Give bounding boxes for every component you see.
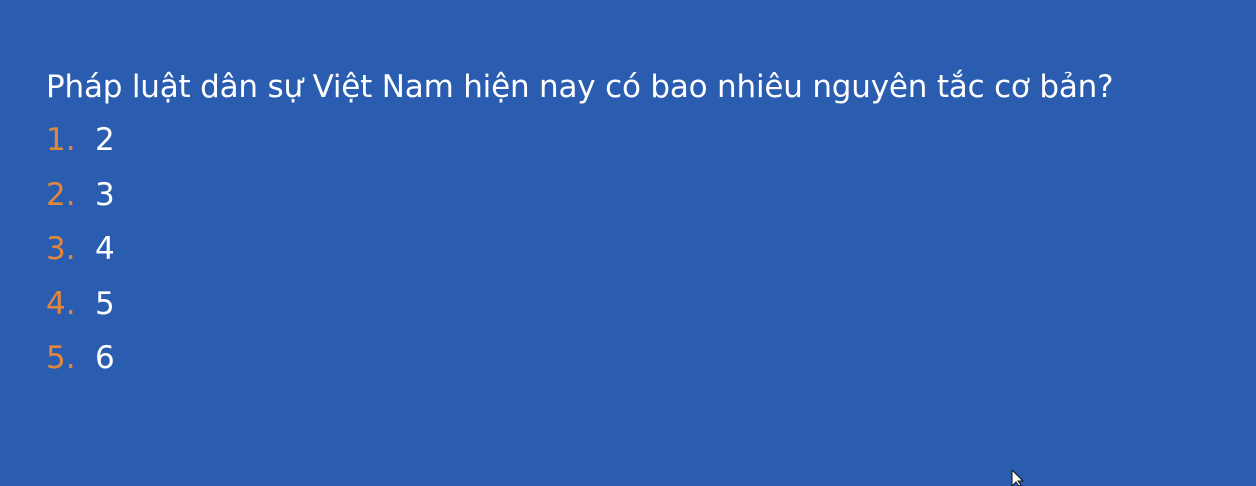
answer-option: 1. 2 [46,117,115,172]
answer-option: 5. 6 [46,335,115,390]
answer-option: 4. 5 [46,281,115,336]
option-number: 3. [46,231,76,267]
option-value: 2 [95,122,115,158]
mouse-pointer-icon [1011,470,1025,486]
answer-option: 2. 3 [46,172,115,227]
answer-options-list: 1. 2 2. 3 3. 4 4. 5 5. 6 [46,117,115,390]
question-text: Pháp luật dân sự Việt Nam hiện nay có ba… [46,69,1114,105]
presentation-slide: Pháp luật dân sự Việt Nam hiện nay có ba… [0,0,1256,486]
option-value: 5 [95,285,115,322]
option-value: 4 [95,231,115,267]
option-value: 6 [95,340,115,376]
option-number: 2. [46,176,76,213]
option-number: 1. [46,122,76,158]
option-number: 5. [46,340,76,376]
answer-option: 3. 4 [46,226,115,281]
option-number: 4. [46,285,76,322]
option-value: 3 [95,176,115,213]
